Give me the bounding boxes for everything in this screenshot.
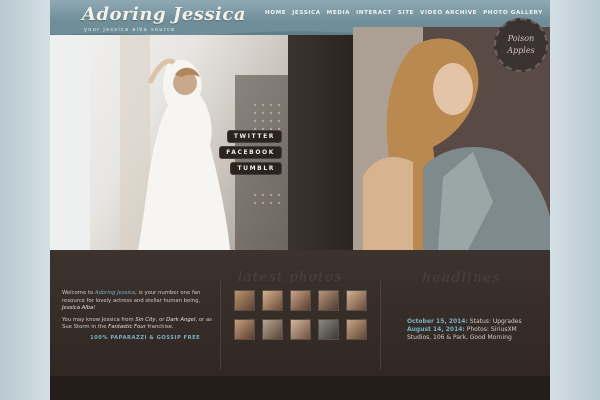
welcome-p2-mid: , or: [155, 316, 167, 323]
page-container: Adoring Jessica your jessica alba source…: [50, 0, 550, 400]
badge-line1: Poison: [507, 34, 535, 43]
welcome-p2-pre: You may know Jessica from: [62, 316, 136, 323]
nav-interact[interactable]: INTERACT: [356, 10, 392, 16]
gallery-thumb[interactable]: [234, 290, 255, 311]
footer-band: [50, 376, 550, 400]
news-item[interactable]: October 15, 2014: Status: Upgrades: [407, 318, 547, 326]
nav-photo-gallery[interactable]: PHOTO GALLERY: [483, 10, 543, 16]
welcome-p1-end: !: [93, 305, 96, 311]
headlines-list: October 15, 2014: Status: Upgrades Augus…: [407, 318, 547, 342]
column-divider-1: [220, 280, 221, 370]
welcome-film-3: Fantastic Four: [108, 324, 146, 330]
news-item[interactable]: August 14, 2014: Photos: SiriusXM: [407, 326, 547, 334]
welcome-p2-end: franchise.: [145, 324, 174, 330]
site-logo[interactable]: Adoring Jessica: [82, 4, 246, 25]
facebook-link[interactable]: FACEBOOK: [219, 146, 282, 159]
welcome-film-2: Dark Angel: [166, 316, 196, 323]
column-divider-2: [380, 280, 381, 370]
gallery-thumb[interactable]: [290, 290, 311, 311]
nav-video-archive[interactable]: VIDEO ARCHIVE: [420, 10, 477, 16]
welcome-site-link[interactable]: Adoring Jessica: [95, 290, 135, 296]
nav-media[interactable]: MEDIA: [327, 10, 350, 16]
news-text: Studios, 106 & Park, Good Morning: [407, 334, 512, 341]
welcome-film-1: Sin City: [135, 316, 156, 323]
header-photo-left: TWITTER FACEBOOK TUMBLR: [50, 35, 288, 250]
gallery-thumb[interactable]: [262, 319, 283, 340]
twitter-link[interactable]: TWITTER: [226, 130, 282, 143]
nav-home[interactable]: HOME: [265, 10, 286, 16]
gallery-thumb[interactable]: [346, 319, 367, 340]
headlines-title: headlines: [422, 270, 501, 286]
news-date: August 14, 2014:: [407, 326, 465, 333]
nav-site[interactable]: SITE: [398, 10, 414, 16]
left-margin: [0, 0, 50, 400]
news-text: Status: Upgrades: [467, 318, 522, 325]
gallery-thumb[interactable]: [290, 319, 311, 340]
gallery-title: latest photos: [238, 270, 343, 285]
tumblr-link[interactable]: TUMBLR: [230, 162, 282, 175]
site-tagline: your jessica alba source: [84, 27, 176, 33]
welcome-text: Welcome to Adoring Jessica, is your numb…: [62, 290, 212, 336]
news-text: Photos: SiriusXM: [464, 326, 517, 333]
news-item[interactable]: Studios, 106 & Park, Good Morning: [407, 334, 547, 342]
right-margin: [550, 0, 600, 400]
gallery-thumb[interactable]: [234, 319, 255, 340]
gallery-thumb[interactable]: [346, 290, 367, 311]
poison-apples-badge[interactable]: Poison Apples: [494, 18, 548, 72]
promo-tagline: 100% PAPARAZZI & GOSSIP FREE: [90, 335, 201, 341]
gallery-thumb[interactable]: [318, 290, 339, 311]
nav-jessica[interactable]: JESSICA: [292, 10, 320, 16]
header-photo-divider: [288, 35, 353, 250]
gallery-thumb[interactable]: [262, 290, 283, 311]
welcome-p1-pre: Welcome to: [62, 290, 95, 296]
welcome-name: Jessica Alba: [62, 305, 94, 311]
main-nav: HOME JESSICA MEDIA INTERACT SITE VIDEO A…: [265, 10, 543, 16]
badge-line2: Apples: [507, 46, 535, 55]
gallery-thumb[interactable]: [318, 319, 339, 340]
news-date: October 15, 2014:: [407, 318, 468, 325]
